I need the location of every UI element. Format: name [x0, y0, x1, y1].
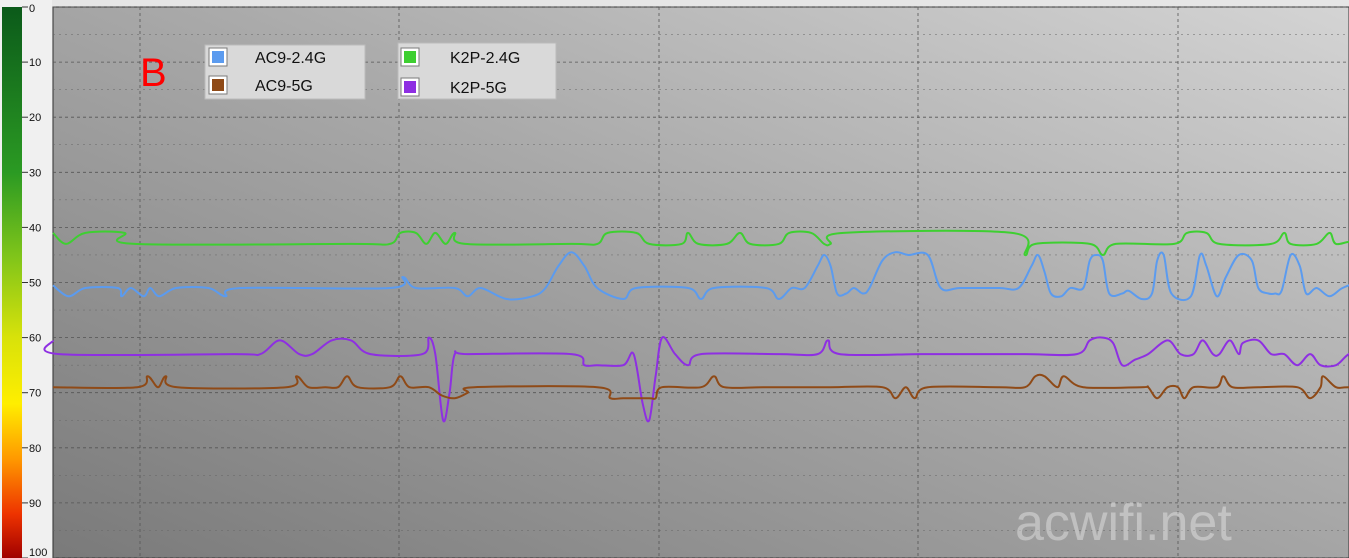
panel-letter: B: [140, 51, 167, 95]
y-tick-label: 60: [29, 333, 41, 345]
y-tick-label: 20: [29, 112, 41, 124]
y-tick-label: 90: [29, 498, 41, 510]
y-tick-label: 80: [29, 443, 41, 455]
legend-label: K2P-2.4G: [450, 50, 520, 67]
watermark: acwifi.net: [1015, 494, 1232, 552]
y-tick-label: 100: [29, 547, 47, 558]
y-tick-label: 0: [29, 3, 35, 15]
legend-swatch: [404, 51, 416, 63]
y-tick-label: 40: [29, 222, 41, 234]
legend-label: AC9-5G: [255, 78, 313, 95]
chart-root: 0 10 20 30 40 50 60 70 80 90 100 AC9-2.4G AC9-5G K2P…: [0, 0, 1349, 558]
legend-swatch: [404, 81, 416, 93]
y-tick-label: 30: [29, 167, 41, 179]
signal-color-scale: [2, 7, 22, 558]
legend-label: K2P-5G: [450, 80, 507, 97]
legend-swatch: [212, 79, 224, 91]
signal-chart: 0 10 20 30 40 50 60 70 80 90 100 AC9-2.4G AC9-5G K2P…: [0, 0, 1349, 558]
y-tick-label: 70: [29, 388, 41, 400]
legend-label: AC9-2.4G: [255, 50, 326, 67]
legend-swatch: [212, 51, 224, 63]
y-tick-label: 10: [29, 57, 41, 69]
y-tick-label: 50: [29, 278, 41, 290]
